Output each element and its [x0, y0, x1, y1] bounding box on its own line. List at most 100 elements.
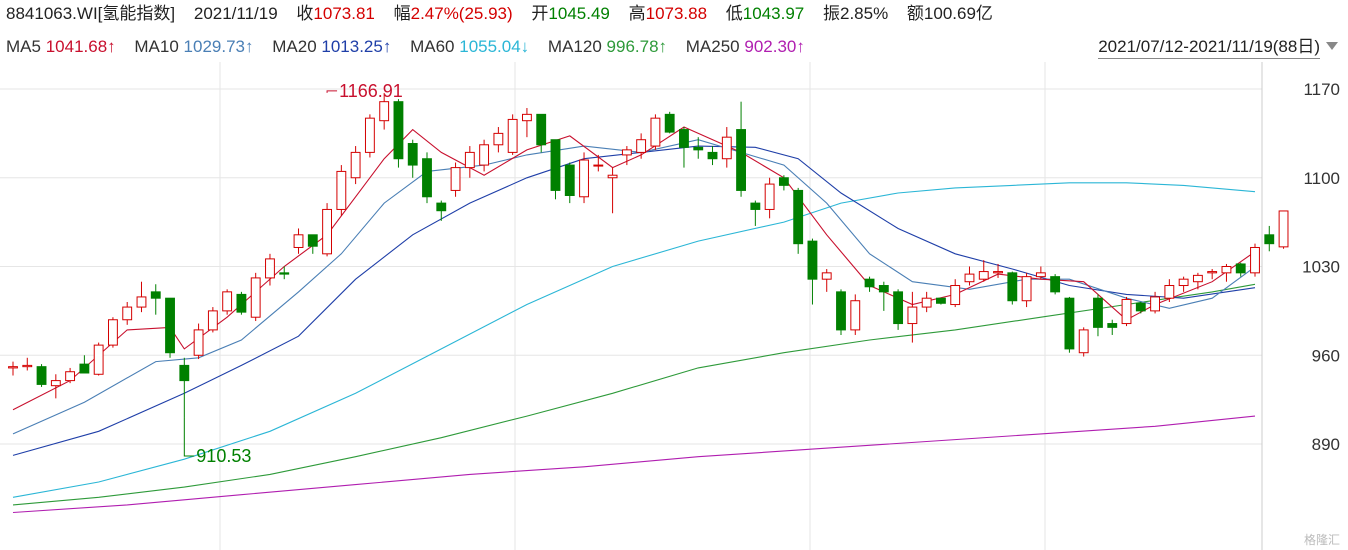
- candle-body: [179, 364, 190, 382]
- candle: [707, 146, 718, 166]
- candle-body: [778, 177, 789, 186]
- candle: [1064, 296, 1075, 353]
- candle: [179, 357, 190, 418]
- candle-body: [1050, 276, 1061, 293]
- candle-body: [921, 297, 932, 308]
- candle: [1264, 225, 1275, 252]
- candle: [36, 364, 47, 387]
- candle: [564, 162, 575, 204]
- candle-body: [307, 234, 318, 247]
- candle: [1035, 266, 1046, 280]
- candle: [479, 139, 490, 172]
- candle-body: [1064, 297, 1075, 350]
- y-tick-label: 1100: [1303, 169, 1340, 188]
- candle: [1107, 319, 1118, 335]
- candle-body: [907, 306, 918, 325]
- candle-body: [450, 167, 461, 191]
- candle-body: [493, 132, 504, 146]
- candle-body: [1264, 234, 1275, 245]
- candle: [893, 289, 904, 330]
- candle-body: [936, 297, 946, 304]
- candle: [407, 139, 418, 178]
- candle: [122, 302, 133, 325]
- candle: [921, 291, 932, 313]
- candle-body: [250, 277, 261, 318]
- candle-body: [322, 208, 332, 255]
- candle: [636, 133, 647, 159]
- annotation-label: 1166.91: [339, 81, 403, 101]
- candle: [1021, 272, 1032, 308]
- candle: [108, 317, 118, 348]
- candle-body: [165, 297, 175, 354]
- candle: [422, 152, 432, 204]
- candle: [721, 127, 732, 168]
- candle-body: [136, 296, 147, 308]
- candlestick-chart[interactable]: 1166.91 910.53 1170 1100 1030 960 890: [0, 0, 1348, 550]
- candle-body: [364, 117, 375, 153]
- candle: [1192, 272, 1203, 290]
- candle: [1278, 210, 1289, 249]
- candle: [522, 108, 532, 138]
- candle-body: [265, 258, 275, 279]
- candle-body: [736, 129, 746, 191]
- candle-body: [1021, 276, 1032, 302]
- candle-body: [693, 146, 704, 151]
- candle-body: [964, 273, 975, 283]
- ma10-path: [12, 139, 1256, 435]
- candle-body: [464, 151, 475, 169]
- candle: [1178, 276, 1189, 292]
- candle-body: [150, 291, 161, 299]
- candle: [850, 294, 861, 335]
- y-tick-label: 1170: [1303, 80, 1340, 99]
- candle: [821, 269, 832, 292]
- candle-body: [522, 113, 532, 122]
- candle-body: [1078, 329, 1089, 354]
- candle: [136, 281, 147, 313]
- candle: [1093, 294, 1103, 337]
- candle-body: [707, 151, 718, 160]
- candle: [193, 323, 204, 360]
- candle-body: [579, 159, 589, 198]
- candle: [150, 284, 161, 315]
- candle-body: [79, 363, 90, 374]
- candle-body: [1007, 272, 1018, 302]
- candle-body: [279, 272, 290, 275]
- candle-body: [564, 164, 575, 196]
- candle-body: [850, 300, 861, 331]
- candle-body: [1135, 302, 1146, 312]
- candle-body: [236, 293, 247, 313]
- candle-body: [407, 143, 418, 166]
- candle-body: [1093, 297, 1103, 328]
- y-axis: 1170 1100 1030 960 890: [1302, 80, 1340, 454]
- candle: [265, 253, 275, 286]
- candle: [79, 355, 90, 374]
- candle: [279, 266, 290, 280]
- candle: [778, 175, 789, 191]
- candle-body: [22, 364, 33, 368]
- candle: [1121, 296, 1132, 327]
- candle: [250, 272, 261, 322]
- candle-body: [1207, 271, 1218, 274]
- candle-body: [1150, 296, 1160, 312]
- candle: [307, 234, 318, 254]
- candle-body: [336, 170, 347, 210]
- watermark-logo: 格隆汇: [1303, 533, 1340, 547]
- candle-body: [350, 151, 361, 179]
- candle: [1007, 271, 1018, 305]
- candle: [393, 99, 404, 168]
- candle-body: [978, 271, 989, 280]
- candle: [207, 307, 218, 333]
- candle-body: [36, 366, 47, 385]
- candle-body: [764, 183, 775, 210]
- candle: [222, 289, 233, 315]
- candle: [450, 162, 461, 197]
- candle-body: [93, 344, 104, 375]
- candle-body: [222, 291, 233, 312]
- candle: [736, 101, 746, 197]
- candle: [322, 203, 332, 257]
- candle: [550, 139, 561, 200]
- candle-body: [650, 117, 661, 147]
- candle-body: [1107, 323, 1118, 328]
- candle-body: [836, 291, 846, 331]
- ma5-path: [12, 126, 1256, 411]
